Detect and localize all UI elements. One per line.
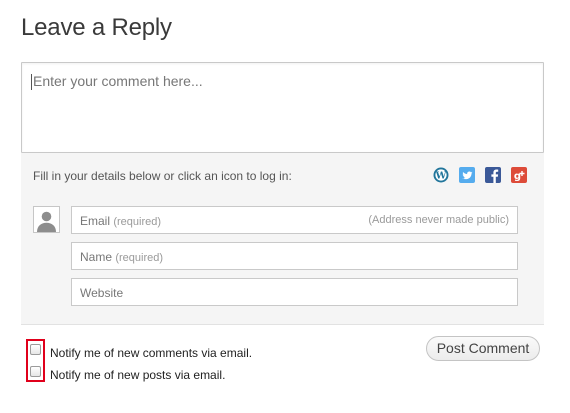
twitter-icon[interactable] — [459, 167, 475, 183]
comment-textarea[interactable] — [22, 63, 543, 152]
notify-posts-label[interactable]: Notify me of new posts via email. — [50, 368, 225, 382]
text-caret — [31, 74, 32, 90]
email-privacy-note: (Address never made public) — [368, 214, 509, 226]
notify-comments-checkbox[interactable] — [30, 344, 41, 355]
post-comment-button[interactable]: Post Comment — [426, 336, 540, 361]
login-prompt: Fill in your details below or click an i… — [33, 169, 292, 183]
name-field[interactable]: Name (required) — [71, 242, 518, 270]
notify-posts-checkbox[interactable] — [30, 366, 41, 377]
wordpress-icon[interactable]: W — [433, 167, 449, 183]
website-field[interactable]: Website — [71, 278, 518, 306]
comment-box[interactable] — [21, 62, 544, 153]
avatar — [33, 206, 60, 233]
name-label: Name (required) — [80, 250, 164, 264]
svg-text:W: W — [435, 171, 447, 182]
svg-text:g: g — [514, 171, 521, 182]
email-label: Email (required) — [80, 214, 162, 228]
notify-comments-label[interactable]: Notify me of new comments via email. — [50, 346, 252, 360]
details-panel: Fill in your details below or click an i… — [21, 153, 544, 325]
reply-heading: Leave a Reply — [21, 14, 172, 41]
website-label: Website — [80, 286, 124, 300]
email-field[interactable]: Email (required) (Address never made pub… — [71, 206, 518, 234]
facebook-icon[interactable] — [485, 167, 501, 183]
google-plus-icon[interactable]: g — [511, 167, 527, 183]
